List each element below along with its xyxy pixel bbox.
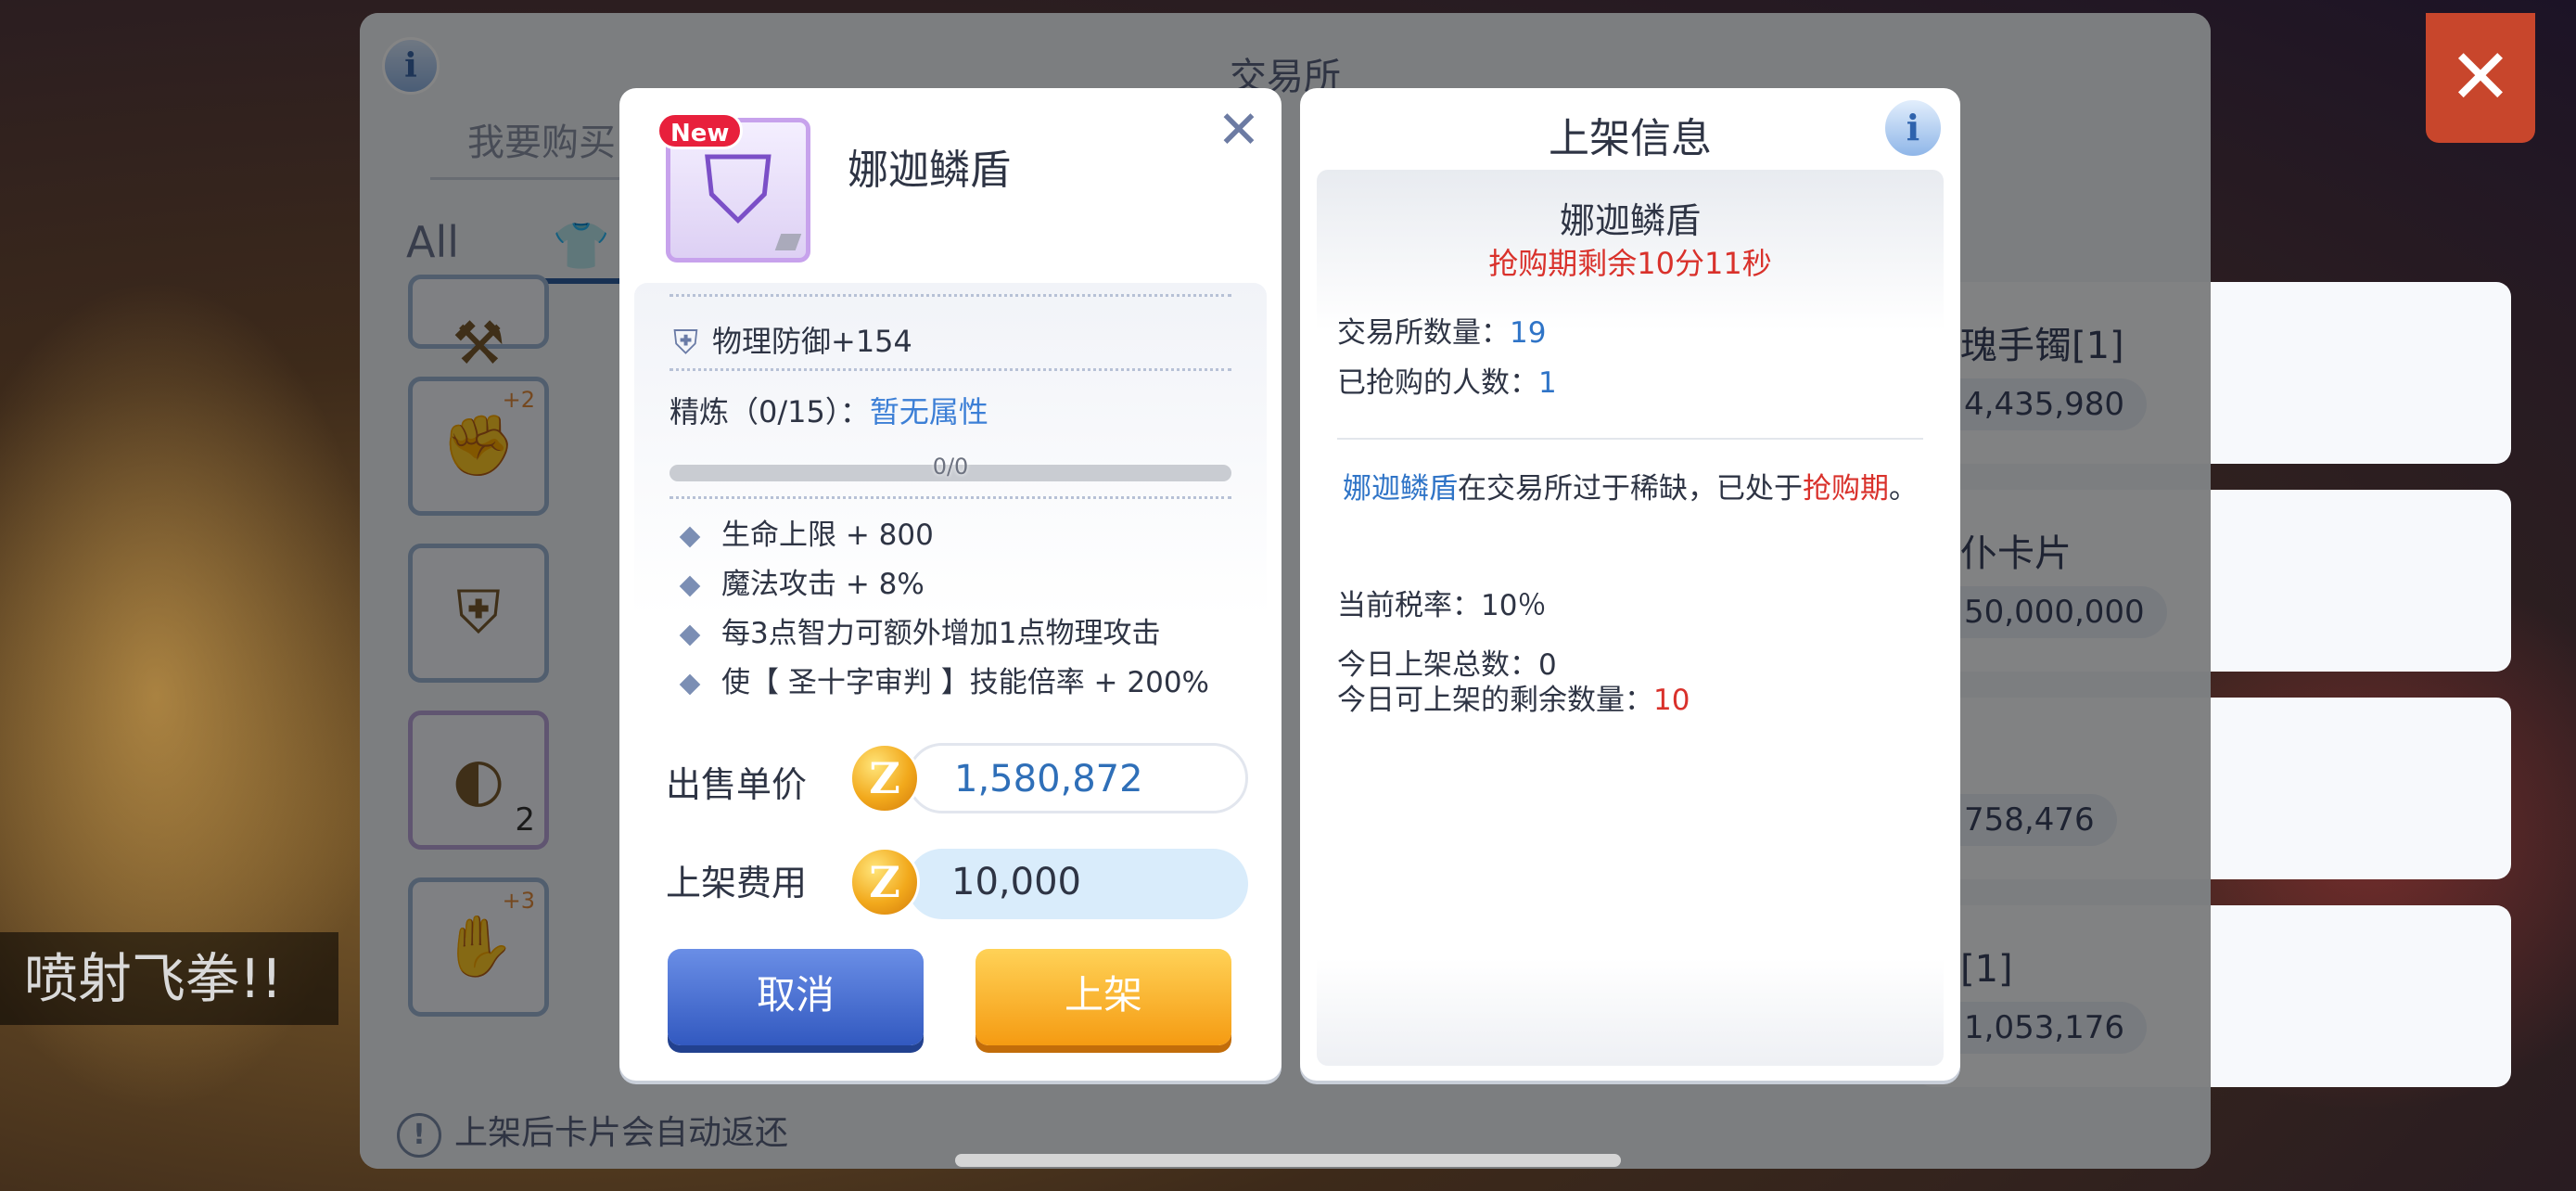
buyers-row: 已抢购的人数：1 xyxy=(1337,359,1557,401)
attribute-text: 使【 圣十字审判 】技能倍率 + 200% xyxy=(721,666,1210,699)
today-remaining-value: 10 xyxy=(1653,684,1690,717)
new-badge: New xyxy=(657,112,744,149)
item-attributes: 生命上限 + 800 魔法攻击 + 8% 每3点智力可额外增加1点物理攻击 使【… xyxy=(679,511,1210,700)
list-item: 使【 圣十字审判 】技能倍率 + 200% xyxy=(679,659,1210,700)
list-item: 魔法攻击 + 8% xyxy=(679,560,1209,609)
home-indicator[interactable] xyxy=(955,1154,1621,1167)
scarcity-phase: 抢购期 xyxy=(1803,472,1889,506)
scarcity-end: 。 xyxy=(1889,472,1918,506)
attribute-text: 每3点智力可额外增加1点物理攻击 xyxy=(721,617,1161,650)
divider xyxy=(670,368,1231,371)
item-name: 娜迦鳞盾 xyxy=(848,147,1011,194)
corner-marker-icon xyxy=(774,234,802,250)
divider xyxy=(1337,438,1923,440)
scarcity-notice: 娜迦鳞盾在交易所过于稀缺，已处于抢购期。 xyxy=(1343,468,1927,509)
listing-info-box: 娜迦鳞盾 抢购期剩余10分11秒 交易所数量：19 已抢购的人数：1 娜迦鳞盾在… xyxy=(1317,170,1944,1066)
rush-countdown: 抢购期剩余10分11秒 xyxy=(1488,246,1772,281)
cancel-button[interactable]: 取消 xyxy=(668,949,924,1045)
info-icon[interactable]: i xyxy=(1882,97,1944,159)
close-icon[interactable]: ✕ xyxy=(1213,105,1265,157)
refine-value: 暂无属性 xyxy=(869,394,988,429)
today-remaining-row: 今日可上架的剩余数量：10 xyxy=(1337,676,1690,718)
refine-row: 精炼（0/15）：暂无属性 xyxy=(670,389,988,431)
item-stats-box: ⛨ 物理防御+154 精炼（0/15）：暂无属性 0/0 生命上限 + 800 魔… xyxy=(634,283,1267,700)
item-listing-dialog: ⛉ New 娜迦鳞盾 ✕ ⛨ 物理防御+154 精炼（0/15）：暂无属性 0/0… xyxy=(619,88,1282,1081)
attribute-text: 魔法攻击 + 8% xyxy=(721,568,925,601)
zeny-coin-icon: Z xyxy=(849,743,920,813)
exchange-count-label: 交易所数量： xyxy=(1337,316,1510,350)
today-remaining-label: 今日可上架的剩余数量： xyxy=(1337,684,1653,717)
diamond-bullet-icon xyxy=(679,575,701,596)
skill-shout-text: 喷射飞拳!! xyxy=(0,932,338,1025)
defense-stat: ⛨ 物理防御+154 xyxy=(673,318,912,362)
exchange-count-row: 交易所数量：19 xyxy=(1337,309,1546,351)
listing-item-name: 娜迦鳞盾 xyxy=(1559,200,1701,241)
refine-progress-bar: 0/0 xyxy=(670,454,1231,481)
divider xyxy=(670,294,1231,297)
defense-text: 物理防御+154 xyxy=(712,324,912,359)
diamond-bullet-icon xyxy=(679,673,701,695)
tax-rate: 当前税率：10％ xyxy=(1337,589,1547,622)
refine-label: 精炼（0/15）： xyxy=(670,394,870,429)
diamond-bullet-icon xyxy=(679,526,701,547)
list-item: 每3点智力可额外增加1点物理攻击 xyxy=(679,609,1209,659)
shield-icon: ⛨ xyxy=(673,324,699,362)
buyers-label: 已抢购的人数： xyxy=(1337,366,1538,400)
list-item: 生命上限 + 800 xyxy=(679,511,1209,560)
zeny-coin-icon: Z xyxy=(849,847,920,917)
buyers-value: 1 xyxy=(1538,366,1557,400)
unit-price-field[interactable]: 1,580,872 xyxy=(907,743,1248,813)
exchange-close-button[interactable]: ✕ xyxy=(2426,13,2535,143)
listing-fee-field: 10,000 xyxy=(907,849,1248,919)
listing-info-title: 上架信息 xyxy=(1549,115,1712,162)
divider xyxy=(670,496,1231,499)
refine-progress-text: 0/0 xyxy=(932,454,969,480)
scarcity-text: 在交易所过于稀缺，已处于 xyxy=(1458,472,1803,506)
exchange-count-value: 19 xyxy=(1510,316,1547,350)
listing-info-panel: 上架信息 i 娜迦鳞盾 抢购期剩余10分11秒 交易所数量：19 已抢购的人数：… xyxy=(1300,88,1960,1081)
scarcity-item-name: 娜迦鳞盾 xyxy=(1343,472,1458,506)
unit-price-label: 出售单价 xyxy=(666,764,808,805)
diamond-bullet-icon xyxy=(679,624,701,646)
list-button[interactable]: 上架 xyxy=(976,949,1231,1045)
attribute-text: 生命上限 + 800 xyxy=(721,519,934,552)
listing-fee-label: 上架费用 xyxy=(666,863,808,903)
